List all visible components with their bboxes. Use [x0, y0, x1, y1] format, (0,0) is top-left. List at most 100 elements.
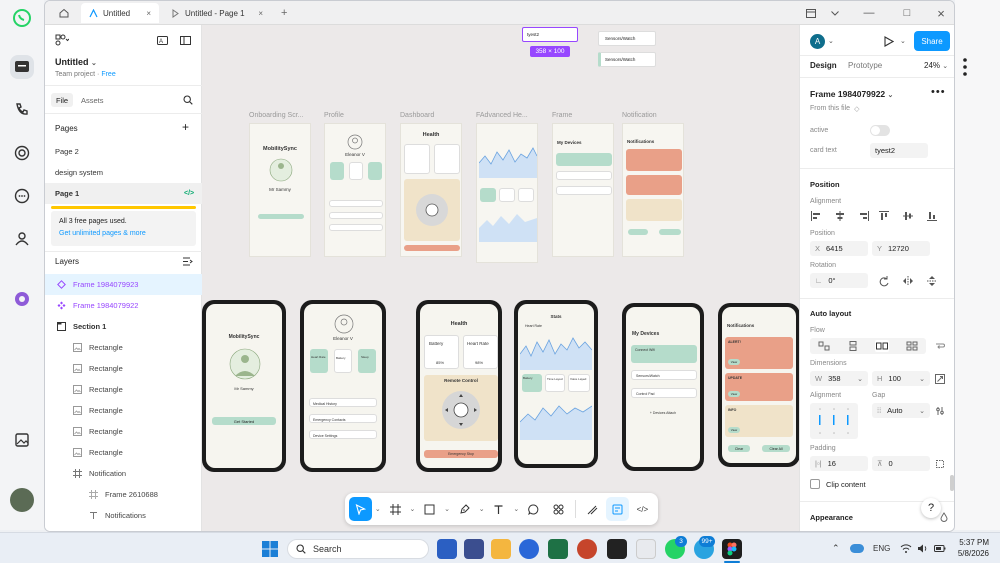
width-input[interactable]: W 358 ⌄: [810, 371, 868, 386]
align-bottom-icon[interactable]: [926, 210, 938, 222]
padding-horizontal-input[interactable]: |▫| 16: [810, 456, 868, 471]
move-tool-icon[interactable]: [349, 497, 372, 521]
snipping-tool-icon[interactable]: [636, 539, 656, 559]
layer-item[interactable]: Frame 2610688: [45, 484, 202, 505]
get-started-button[interactable]: Get Started: [212, 417, 276, 425]
share-button[interactable]: Share: [914, 31, 950, 51]
layer-item[interactable]: Rectangle: [45, 400, 202, 421]
dev-mode-icon[interactable]: </>: [631, 497, 654, 521]
wrap-icon[interactable]: [934, 340, 946, 352]
onboard-button[interactable]: [258, 214, 304, 219]
flow-wrap-icon[interactable]: [906, 341, 918, 351]
padding-vertical-input[interactable]: ⊼ 0: [872, 456, 930, 471]
language-indicator[interactable]: ENG: [873, 544, 890, 553]
clock-date[interactable]: 5/8/2026: [948, 549, 989, 558]
frame-name[interactable]: Frame 1984079922 ⌄: [810, 89, 893, 99]
maximize-button[interactable]: □: [895, 1, 919, 25]
new-tab-button[interactable]: +: [273, 3, 295, 23]
frame-label[interactable]: Dashboard: [400, 112, 434, 119]
align-top-icon[interactable]: [878, 210, 890, 222]
visibility-icon[interactable]: [938, 511, 950, 523]
flow-freeform-icon[interactable]: [818, 341, 830, 351]
powerpoint-icon[interactable]: [577, 539, 597, 559]
layer-item[interactable]: Rectangle: [45, 337, 202, 358]
notification-frame[interactable]: Notifications: [622, 123, 684, 257]
zoom-icon[interactable]: [519, 539, 539, 559]
close-tab-icon[interactable]: ×: [146, 9, 151, 18]
frame-label[interactable]: FAdvanced He...: [476, 112, 528, 119]
clip-content-checkbox[interactable]: [810, 479, 820, 489]
advanced-health-frame[interactable]: [476, 123, 538, 263]
ai-icon[interactable]: A: [157, 36, 168, 45]
page-item[interactable]: Page 2: [45, 141, 202, 162]
frame-label[interactable]: Profile: [324, 112, 344, 119]
layer-item[interactable]: Frame 1984079922: [45, 295, 202, 316]
flow-horizontal-icon[interactable]: [875, 340, 890, 352]
add-page-button[interactable]: +: [182, 120, 189, 134]
comment-tool-icon[interactable]: [522, 497, 545, 521]
chevron-down-icon[interactable]: ⌄: [900, 37, 906, 45]
active-toggle[interactable]: [870, 125, 890, 136]
layer-item[interactable]: Rectangle: [45, 421, 202, 442]
collapse-layers-icon[interactable]: [183, 257, 193, 266]
alignment-grid[interactable]: [810, 403, 858, 439]
layer-item[interactable]: Rectangle: [45, 379, 202, 400]
rotation-input[interactable]: ∟ 0°: [810, 273, 868, 288]
avatar[interactable]: A: [810, 34, 825, 49]
taskbar-search[interactable]: Search: [287, 539, 429, 559]
tab-assets[interactable]: Assets: [81, 96, 104, 105]
chevron-down-icon[interactable]: ⌄: [443, 505, 451, 513]
phone-notifications[interactable]: Notifications ALERT! View UPDATE View IN…: [718, 303, 800, 467]
selected-component[interactable]: tyest2: [522, 27, 578, 42]
layout-settings-icon[interactable]: [934, 405, 946, 417]
phone-profile[interactable]: Eleanor V Heart Rate Battery Sleep Medic…: [300, 300, 386, 472]
clock-time[interactable]: 5:37 PM: [953, 538, 989, 547]
unlimited-pages-link[interactable]: Get unlimited pages & more: [59, 230, 146, 237]
more-icon[interactable]: •••: [931, 86, 946, 98]
y-input[interactable]: Y 12720: [872, 241, 930, 256]
chevron-up-icon[interactable]: ⌃: [832, 543, 840, 554]
tab-prototype[interactable]: Prototype: [848, 61, 882, 70]
zoom-level[interactable]: 24% ⌄: [924, 61, 948, 70]
page-item[interactable]: design system: [45, 162, 202, 183]
figma-taskbar-icon[interactable]: [722, 539, 742, 559]
devices-frame[interactable]: My Devices: [552, 123, 614, 257]
dashboard-frame[interactable]: Health: [400, 123, 462, 257]
phone-icon[interactable]: [10, 98, 34, 122]
component-variant[interactable]: Sensors/Watch: [598, 52, 656, 67]
excel-icon[interactable]: [548, 539, 568, 559]
align-left-icon[interactable]: [810, 210, 822, 222]
phone-onboarding[interactable]: MobilitySync Mr Sammy Get Started: [202, 300, 286, 472]
sidebar-toggle-icon[interactable]: [799, 1, 823, 25]
frame-label[interactable]: Frame: [552, 112, 572, 119]
layer-item[interactable]: Rectangle: [45, 358, 202, 379]
frame-tool-icon[interactable]: [384, 497, 407, 521]
phone-health[interactable]: Health Battery 85% Heart Rate 98% Remote…: [416, 300, 502, 472]
align-center-icon[interactable]: [834, 210, 846, 222]
chevron-down-icon[interactable]: [823, 1, 847, 25]
chevron-down-icon[interactable]: ⌄: [828, 37, 834, 45]
windows-start-icon[interactable]: [262, 541, 278, 557]
media-icon[interactable]: [10, 428, 34, 452]
card-text-input[interactable]: tyest2: [870, 143, 928, 158]
meta-ai-icon[interactable]: [10, 287, 34, 311]
frame-label[interactable]: Notification: [622, 112, 657, 119]
channels-icon[interactable]: [10, 184, 34, 208]
onboarding-frame[interactable]: MobilitySync Mr Sammy: [249, 123, 311, 257]
flow-vertical-icon[interactable]: [847, 341, 859, 351]
layer-item[interactable]: Notification: [45, 463, 202, 484]
rotate-icon[interactable]: [878, 275, 890, 287]
layer-item[interactable]: Rectangle: [45, 442, 202, 463]
height-input[interactable]: H 100 ⌄: [872, 371, 930, 386]
close-button[interactable]: ×: [929, 1, 953, 25]
search-icon[interactable]: [183, 95, 193, 105]
pen-tool-icon[interactable]: [453, 497, 476, 521]
tab-untitled-page-1[interactable]: Untitled - Page 1 ×: [163, 3, 271, 23]
design-canvas[interactable]: tyest2 358 × 100 Sensors/Watch Sensors/W…: [202, 25, 800, 531]
scrollbar[interactable]: [950, 475, 954, 491]
more-options-icon[interactable]: [963, 58, 967, 76]
align-right-icon[interactable]: [858, 210, 870, 222]
present-icon[interactable]: [884, 36, 894, 47]
tab-file[interactable]: File: [51, 93, 73, 107]
phone-stats[interactable]: Stats Heart Rate Battery Time Layed Voic…: [514, 300, 598, 468]
